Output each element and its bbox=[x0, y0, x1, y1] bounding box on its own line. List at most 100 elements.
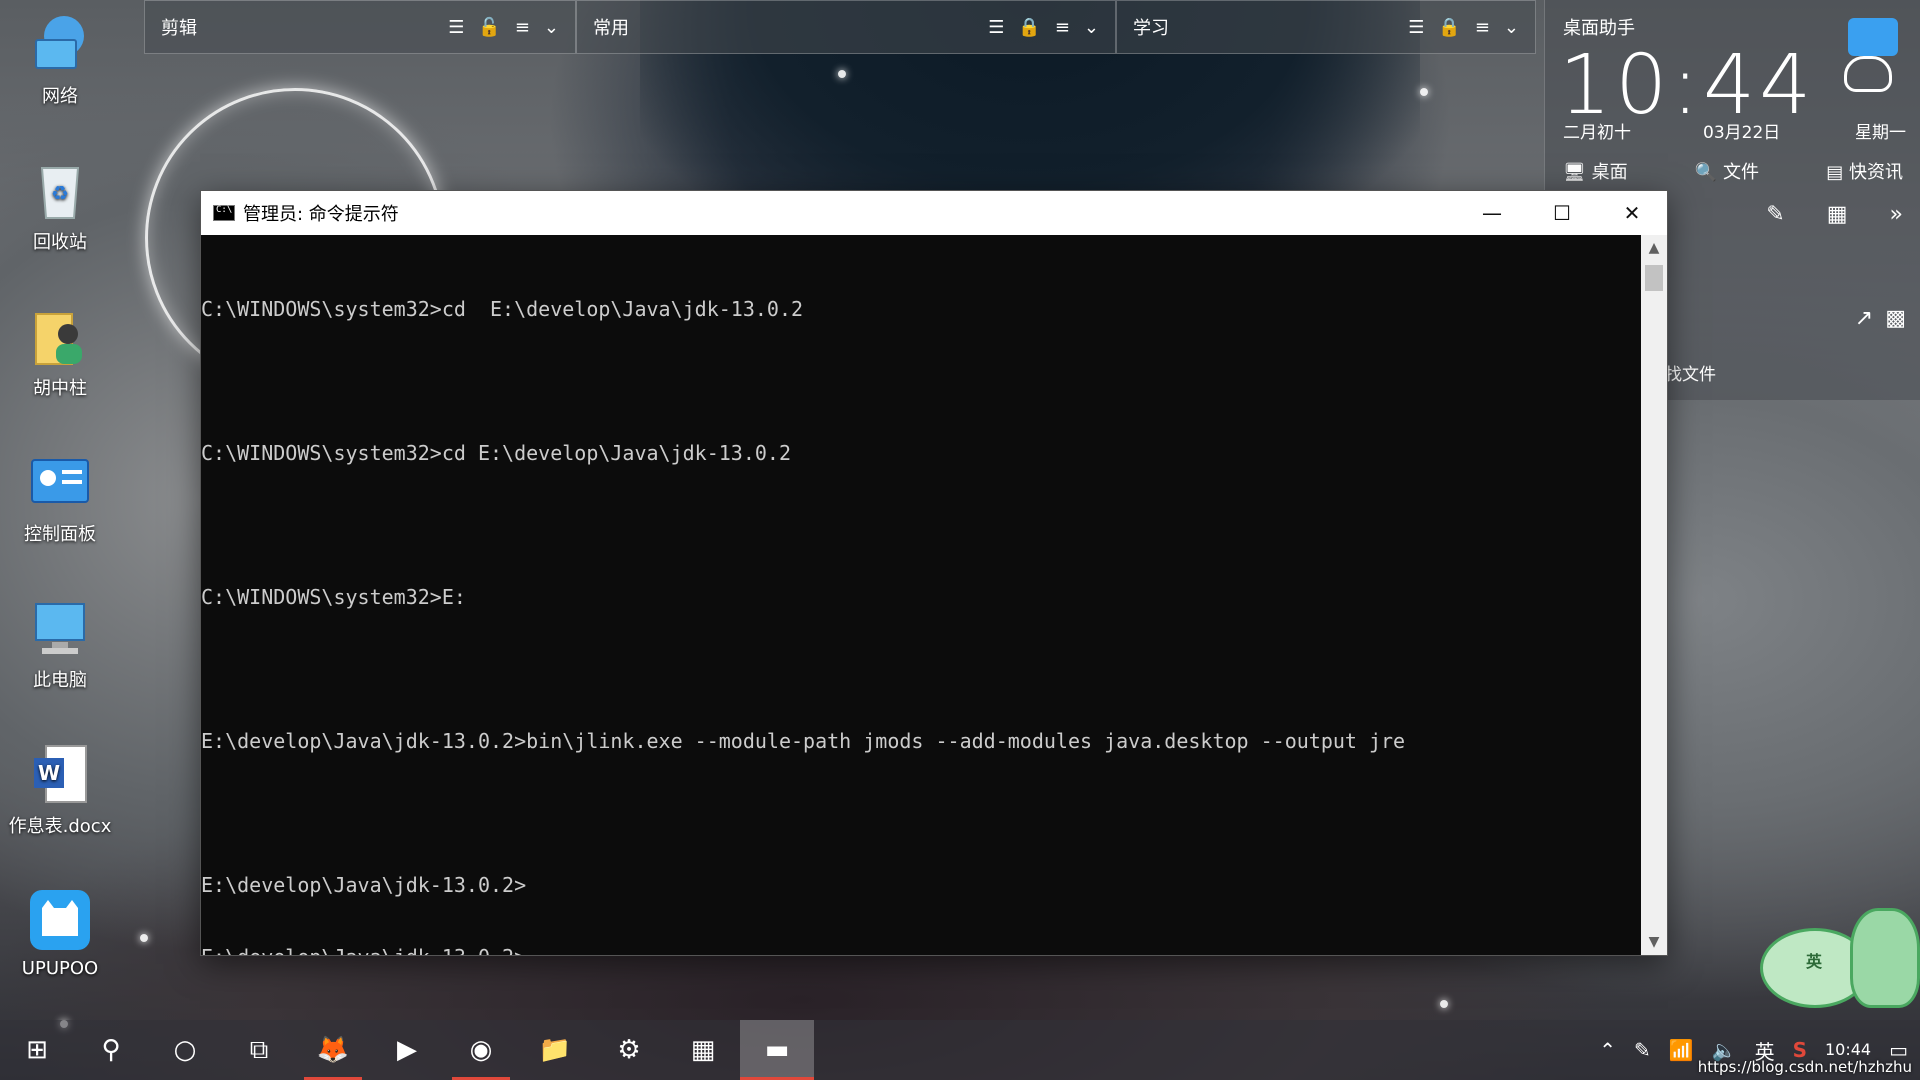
chevron-down-icon[interactable]: ⌄ bbox=[544, 17, 559, 38]
word-document-icon: W bbox=[28, 742, 92, 806]
tray-clock[interactable]: 10:44 bbox=[1825, 1041, 1871, 1059]
tab-label: 文件 bbox=[1722, 162, 1759, 183]
qr-code-icon[interactable]: ▩ bbox=[1885, 306, 1906, 331]
tab-files[interactable]: 🔍 文件 bbox=[1695, 158, 1759, 184]
lock-icon[interactable]: 🔓 bbox=[478, 17, 500, 38]
mascot-dino bbox=[1850, 908, 1920, 1008]
assistant-title: 桌面助手 bbox=[1563, 18, 1635, 39]
desktop-icon-label: 回收站 bbox=[33, 232, 87, 253]
network-globe-icon bbox=[28, 12, 92, 76]
computer-icon bbox=[28, 596, 92, 660]
console-output[interactable]: C:\WINDOWS\system32>cd E:\develop\Java\j… bbox=[201, 235, 1641, 955]
scroll-up-icon[interactable]: ▲ bbox=[1641, 235, 1667, 261]
chevron-down-icon[interactable]: ⌄ bbox=[1504, 17, 1519, 38]
desktop-icon-label: 网络 bbox=[42, 86, 78, 107]
settings-icon[interactable]: ⚙ bbox=[592, 1020, 666, 1080]
desktop-icon-label: 此电脑 bbox=[33, 670, 87, 691]
console-line: C:\WINDOWS\system32>E: bbox=[201, 585, 466, 609]
pen-icon[interactable]: ✎ bbox=[1634, 1038, 1651, 1062]
chevron-double-right-icon[interactable]: » bbox=[1890, 202, 1903, 227]
desktop-icon-recycle-bin[interactable]: ♻ 回收站 bbox=[0, 158, 120, 254]
vertical-scrollbar[interactable]: ▲ ▼ bbox=[1641, 235, 1667, 955]
svg-text:W: W bbox=[38, 761, 60, 785]
baidu-cloud-icon[interactable] bbox=[1848, 18, 1898, 56]
file-explorer-icon[interactable]: 📁 bbox=[518, 1020, 592, 1080]
cortana-icon[interactable]: ○ bbox=[148, 1020, 222, 1080]
lunar-date: 二月初十 bbox=[1563, 123, 1631, 143]
maximize-button[interactable]: ☐ bbox=[1527, 191, 1597, 235]
task-view-icon[interactable]: ⧉ bbox=[222, 1020, 296, 1080]
notes-icon[interactable]: ✎ bbox=[1766, 202, 1784, 227]
start-icon[interactable]: ⊞ bbox=[0, 1020, 74, 1080]
chevron-up-icon[interactable]: ⌃ bbox=[1599, 1038, 1616, 1062]
potplayer-icon[interactable]: ▶ bbox=[370, 1020, 444, 1080]
window-titlebar[interactable]: 管理员: 命令提示符 — ☐ ✕ bbox=[201, 191, 1667, 235]
menu-icon[interactable]: ≡ bbox=[515, 17, 530, 38]
firefox-icon[interactable]: 🦊 bbox=[296, 1020, 370, 1080]
fence-common[interactable]: 常用 ☰ 🔒 ≡ ⌄ bbox=[576, 0, 1116, 54]
wifi-icon[interactable]: 📶 bbox=[1669, 1038, 1694, 1062]
desktop-icon-user-folder[interactable]: 胡中柱 bbox=[0, 304, 120, 400]
fence-clip[interactable]: 剪辑 ☰ 🔓 ≡ ⌄ bbox=[144, 0, 576, 54]
desktop-icon-network[interactable]: 网络 bbox=[0, 12, 120, 108]
search-icon[interactable]: ⚲ bbox=[74, 1020, 148, 1080]
desktop-icon-this-pc[interactable]: 此电脑 bbox=[0, 596, 120, 692]
close-button[interactable]: ✕ bbox=[1597, 191, 1667, 235]
list-view-icon[interactable]: ☰ bbox=[448, 17, 464, 38]
desktop-icon-word-doc[interactable]: W 作息表.docx bbox=[0, 742, 120, 838]
fence-toolbar: ☰ 🔒 ≡ ⌄ bbox=[1408, 17, 1519, 38]
lock-icon[interactable]: 🔒 bbox=[1438, 17, 1460, 38]
fence-title: 常用 bbox=[593, 18, 629, 39]
user-folder-icon bbox=[28, 304, 92, 368]
desktop-icon-label: 控制面板 bbox=[24, 524, 96, 545]
fence-toolbar: ☰ 🔓 ≡ ⌄ bbox=[448, 17, 559, 38]
taskbar: ⊞ ⚲ ○ ⧉ 🦊 ▶ ◉ 📁 ⚙ ▦ ▬ ⌃ ✎ 📶 🔈 英 S 10:44 … bbox=[0, 1020, 1920, 1080]
cmd-app-icon bbox=[213, 205, 235, 221]
control-panel-icon bbox=[28, 450, 92, 514]
tab-desktop[interactable]: 🖥 桌面 bbox=[1563, 158, 1628, 184]
chevron-down-icon[interactable]: ⌄ bbox=[1084, 17, 1099, 38]
svg-text:♻: ♻ bbox=[51, 181, 69, 205]
weekday: 星期一 bbox=[1855, 123, 1906, 143]
desktop-icon-upupoo[interactable]: UPUPOO bbox=[0, 888, 120, 979]
minimize-button[interactable]: — bbox=[1457, 191, 1527, 235]
scroll-down-icon[interactable]: ▼ bbox=[1641, 929, 1667, 955]
console-line: C:\WINDOWS\system32>cd E:\develop\Java\j… bbox=[201, 441, 792, 465]
netease-music-icon[interactable]: ◉ bbox=[444, 1020, 518, 1080]
fence-title: 剪辑 bbox=[161, 18, 197, 39]
wallpaper-sparkle bbox=[1440, 1000, 1448, 1008]
tab-label: 快资讯 bbox=[1848, 162, 1903, 183]
assistant-tabs: 🖥 桌面 🔍 文件 ▤ 快资讯 bbox=[1563, 158, 1903, 184]
recycle-bin-icon: ♻ bbox=[28, 158, 92, 222]
share-icon[interactable]: ↗ bbox=[1855, 306, 1873, 331]
list-view-icon[interactable]: ☰ bbox=[988, 17, 1004, 38]
tab-label: 桌面 bbox=[1591, 162, 1628, 183]
scrollbar-thumb[interactable] bbox=[1645, 265, 1663, 291]
control-panel-icon[interactable]: ▦ bbox=[666, 1020, 740, 1080]
tab-news[interactable]: ▤ 快资讯 bbox=[1826, 158, 1903, 184]
calculator-icon[interactable]: ▦ bbox=[1827, 202, 1848, 227]
fence-title: 学习 bbox=[1133, 18, 1169, 39]
desktop-icon-label: UPUPOO bbox=[21, 958, 99, 979]
console-line: E:\develop\Java\jdk-13.0.2> bbox=[201, 945, 1641, 955]
mascot-label: 英 bbox=[1806, 952, 1823, 971]
cloud-weather-icon[interactable] bbox=[1844, 56, 1892, 92]
desktop-icon-control-panel[interactable]: 控制面板 bbox=[0, 450, 120, 546]
cmd-icon[interactable]: ▬ bbox=[740, 1020, 814, 1080]
console-line: E:\develop\Java\jdk-13.0.2> bbox=[201, 873, 527, 897]
upupoo-app-icon bbox=[28, 888, 92, 952]
cmd-window[interactable]: 管理员: 命令提示符 — ☐ ✕ C:\WINDOWS\system32>cd … bbox=[200, 190, 1668, 956]
fence-study[interactable]: 学习 ☰ 🔒 ≡ ⌄ bbox=[1116, 0, 1536, 54]
menu-icon[interactable]: ≡ bbox=[1055, 17, 1070, 38]
todo-tools: ↗ ▩ bbox=[1855, 306, 1906, 331]
list-view-icon[interactable]: ☰ bbox=[1408, 17, 1424, 38]
menu-icon[interactable]: ≡ bbox=[1475, 17, 1490, 38]
lock-icon[interactable]: 🔒 bbox=[1018, 17, 1040, 38]
console-line: E:\develop\Java\jdk-13.0.2>bin\jlink.exe… bbox=[201, 729, 1406, 753]
wallpaper-sparkle bbox=[838, 70, 846, 78]
desktop-icon-label: 作息表.docx bbox=[8, 816, 112, 837]
console-line: C:\WINDOWS\system32>cd E:\develop\Java\j… bbox=[201, 297, 804, 321]
ime-mascot[interactable]: 英 bbox=[1740, 908, 1920, 1018]
